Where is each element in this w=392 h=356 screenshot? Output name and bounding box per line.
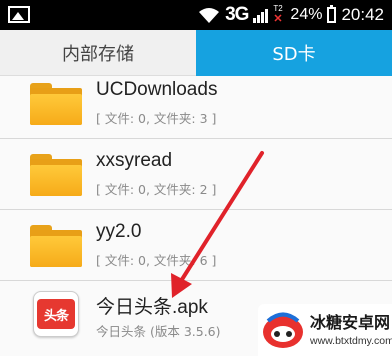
file-meta: [ 文件: 0, 文件夹: 3 ] bbox=[96, 111, 217, 126]
folder-icon bbox=[30, 83, 82, 125]
battery-percent: 24% bbox=[290, 6, 323, 23]
watermark-logo-icon bbox=[263, 312, 303, 348]
app-icon-text: 头条 bbox=[37, 299, 75, 329]
list-item[interactable]: yy2.0 [ 文件: 0, 文件夹: 6 ] bbox=[0, 211, 392, 281]
file-name: 今日头条.apk bbox=[96, 297, 208, 318]
list-item[interactable]: UCDownloads [ 文件: 0, 文件夹: 3 ] bbox=[0, 76, 392, 139]
battery-icon bbox=[327, 5, 337, 23]
status-bar: 3G T2 ✕ 24% 20:42 bbox=[0, 0, 392, 30]
file-meta: [ 文件: 0, 文件夹: 2 ] bbox=[96, 182, 217, 197]
clock: 20:42 bbox=[341, 5, 384, 24]
tab-internal-storage[interactable]: 内部存储 bbox=[0, 30, 196, 76]
network-type: 3G bbox=[225, 4, 249, 25]
watermark-title: 冰糖安卓网 bbox=[310, 313, 391, 332]
file-meta: [ 文件: 0, 文件夹: 6 ] bbox=[96, 253, 217, 268]
file-name: xxsyread bbox=[96, 150, 173, 171]
toutiao-app-icon: 头条 bbox=[33, 291, 79, 337]
sim2-no-signal-icon: T2 ✕ bbox=[273, 4, 283, 25]
storage-tabs: 内部存储 SD卡 bbox=[0, 30, 392, 76]
signal-icon bbox=[253, 7, 269, 23]
folder-icon bbox=[30, 154, 82, 196]
file-meta: 今日头条 (版本 3.5.6) bbox=[96, 324, 221, 339]
list-item[interactable]: xxsyread [ 文件: 0, 文件夹: 2 ] bbox=[0, 140, 392, 210]
tab-sd-card[interactable]: SD卡 bbox=[196, 30, 392, 76]
folder-icon bbox=[30, 225, 82, 267]
wifi-icon bbox=[199, 7, 220, 23]
gallery-notification-icon bbox=[8, 6, 30, 23]
file-name: yy2.0 bbox=[96, 221, 142, 242]
watermark-url: www.btxtdmy.com bbox=[310, 335, 392, 347]
watermark: 冰糖安卓网 www.btxtdmy.com bbox=[258, 304, 392, 356]
sim-label: T2 bbox=[273, 4, 283, 13]
status-indicators: 3G T2 ✕ 24% 20:42 bbox=[198, 0, 384, 30]
file-name: UCDownloads bbox=[96, 79, 218, 100]
